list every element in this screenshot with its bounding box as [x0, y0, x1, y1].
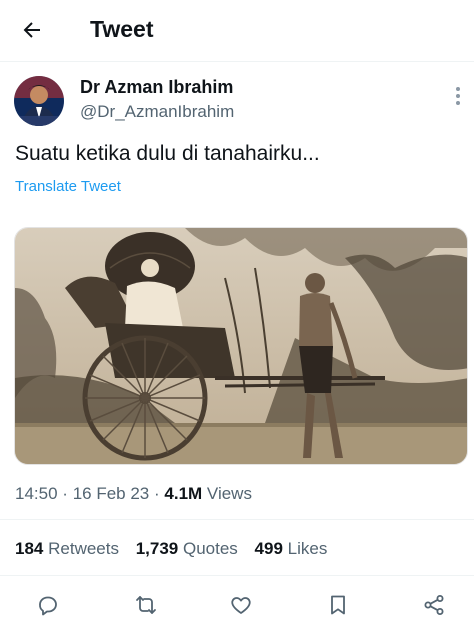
- meta-separator: ·: [62, 484, 68, 503]
- reply-button[interactable]: [33, 590, 63, 620]
- author-handle[interactable]: @Dr_AzmanIbrahim: [80, 101, 234, 123]
- tweet-stats: 184 Retweets 1,739 Quotes 499 Likes: [15, 538, 339, 560]
- bookmark-icon: [331, 595, 345, 615]
- more-dot: [456, 94, 460, 98]
- retweets-label: Retweets: [48, 539, 119, 558]
- like-icon: [231, 597, 251, 614]
- more-dots-icon: [456, 87, 460, 91]
- share-icon: [424, 595, 444, 615]
- action-bar: [0, 590, 474, 620]
- quotes-label: Quotes: [183, 539, 238, 558]
- page-title: Tweet: [90, 16, 154, 42]
- views-label: Views: [206, 484, 252, 503]
- likes-label: Likes: [287, 539, 328, 558]
- translate-tweet-link[interactable]: Translate Tweet: [15, 177, 121, 197]
- bookmark-button[interactable]: [323, 590, 353, 620]
- arrow-left-icon: [23, 22, 40, 38]
- retweet-button[interactable]: [131, 590, 161, 620]
- share-button[interactable]: [419, 590, 449, 620]
- rickshaw-photo: [15, 228, 467, 464]
- more-dot: [456, 101, 460, 105]
- more-options-button[interactable]: [448, 84, 468, 108]
- quotes-stat[interactable]: 1,739 Quotes: [136, 539, 243, 558]
- tweet-meta: 14:50 · 16 Feb 23 · 4.1M Views: [15, 483, 252, 505]
- likes-count: 499: [254, 539, 283, 558]
- avatar-image: [14, 76, 64, 126]
- like-button[interactable]: [226, 590, 256, 620]
- reply-icon: [39, 596, 57, 616]
- quotes-count: 1,739: [135, 539, 179, 558]
- retweets-count: 184: [15, 539, 44, 558]
- tweet-media-photo[interactable]: [14, 227, 468, 465]
- likes-stat[interactable]: 499 Likes: [255, 539, 328, 558]
- retweet-icon: [136, 596, 156, 614]
- tweet-text: Suatu ketika dulu di tanahairku...: [15, 142, 320, 165]
- retweets-stat[interactable]: 184 Retweets: [15, 539, 124, 558]
- top-bar: Tweet: [0, 0, 474, 58]
- avatar[interactable]: [14, 76, 64, 126]
- author-display-name[interactable]: Dr Azman Ibrahim: [80, 76, 233, 98]
- views-count: 4.1M: [164, 484, 203, 503]
- back-button[interactable]: [16, 14, 48, 46]
- header-divider: [0, 61, 474, 62]
- stats-divider: [0, 575, 474, 576]
- meta-separator: ·: [153, 484, 160, 503]
- tweet-date[interactable]: 16 Feb 23: [73, 484, 150, 503]
- meta-divider: [0, 519, 474, 520]
- tweet-time[interactable]: 14:50: [15, 484, 58, 503]
